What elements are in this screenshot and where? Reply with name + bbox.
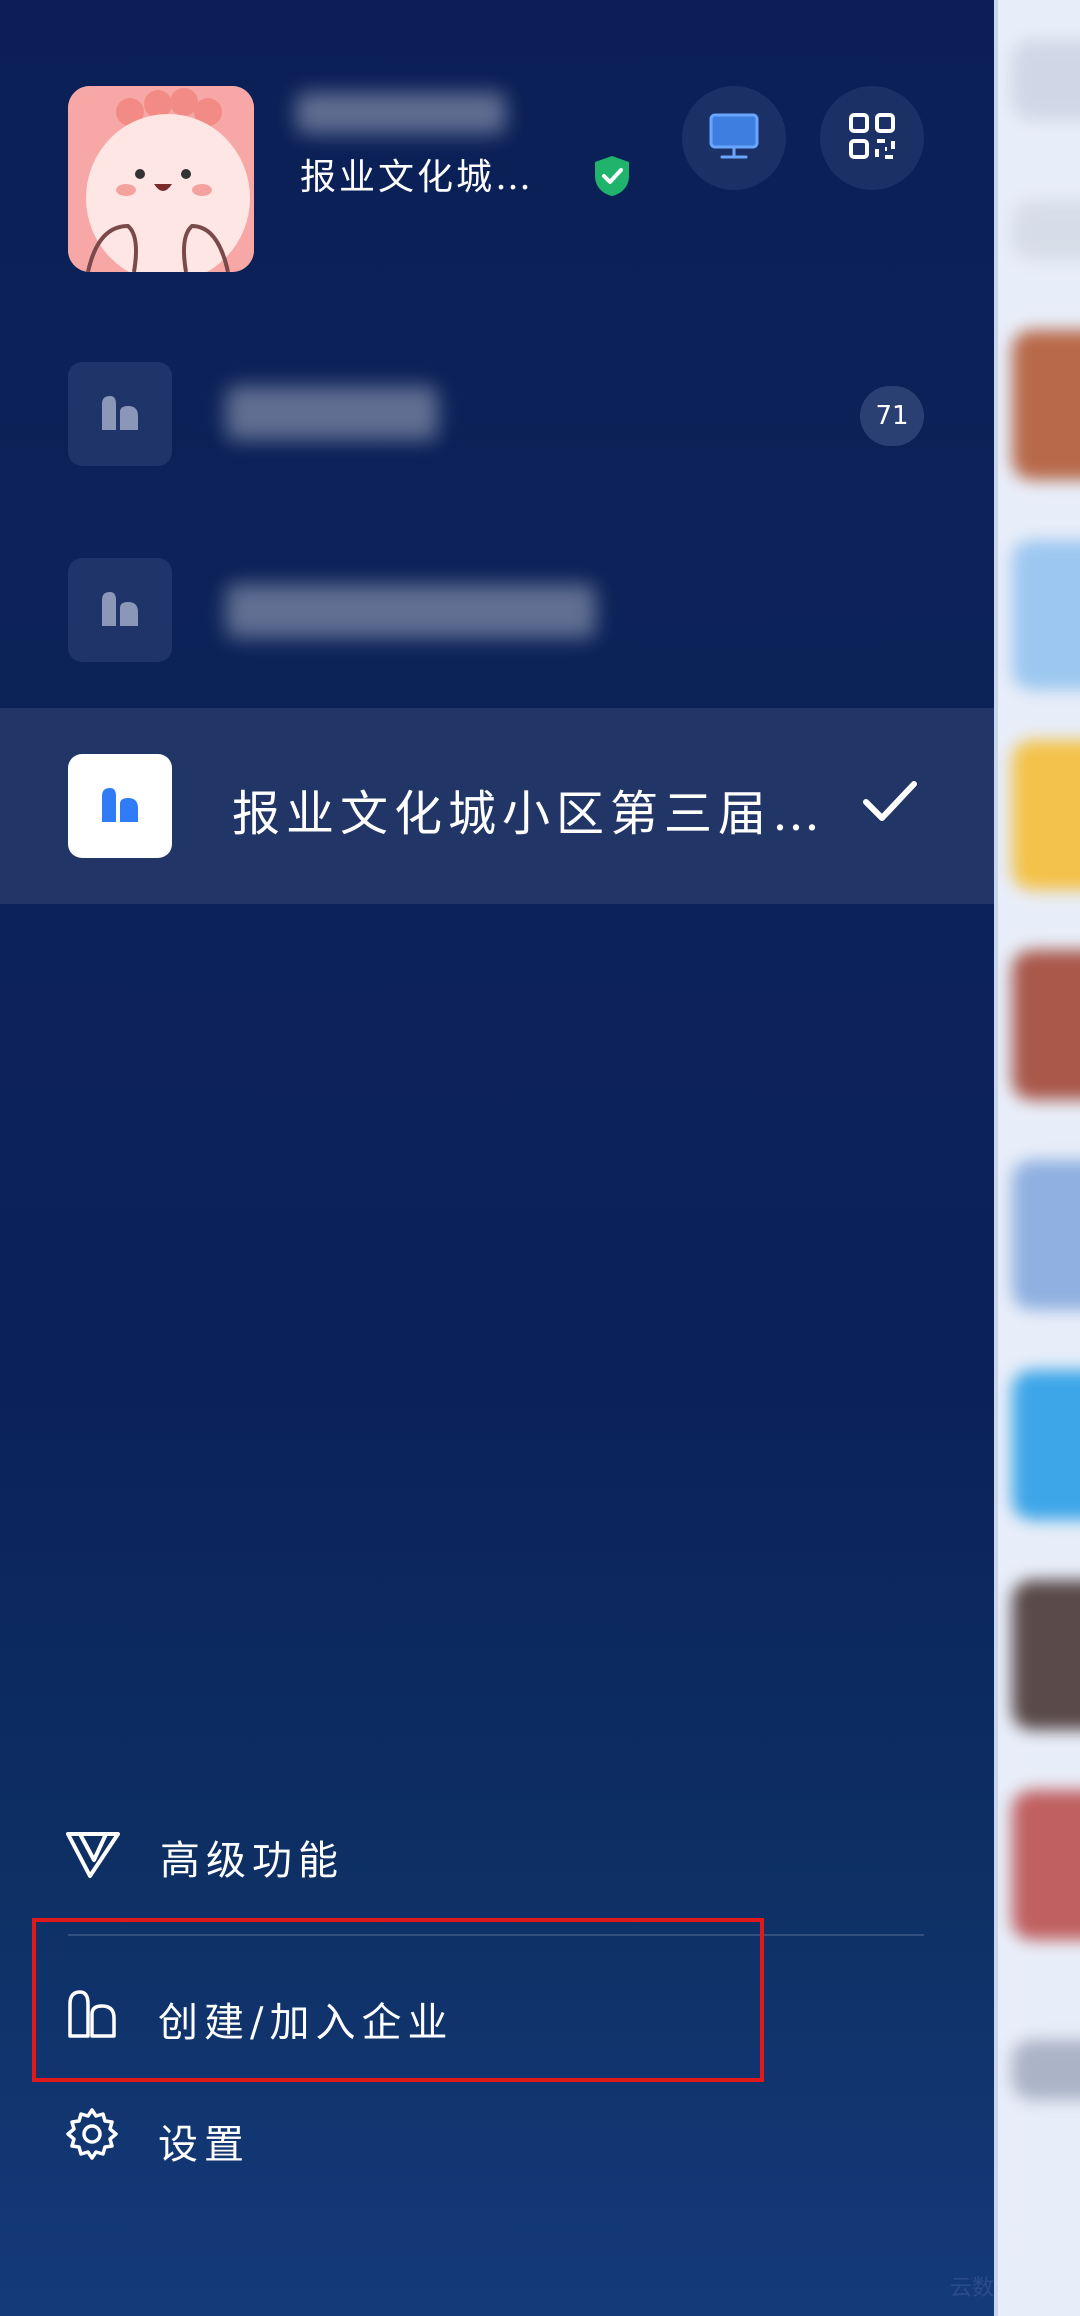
monitor-icon	[708, 112, 760, 164]
blurred-content	[1012, 950, 1080, 1100]
building-icon	[98, 586, 142, 634]
blurred-content	[1012, 540, 1080, 690]
blurred-content	[1012, 200, 1080, 260]
background-content-peek[interactable]	[994, 0, 1080, 2316]
blurred-content	[1012, 2040, 1080, 2100]
qr-code-button[interactable]	[820, 86, 924, 190]
org-list-item[interactable]	[0, 316, 994, 512]
org-icon	[68, 558, 172, 662]
blurred-content	[1012, 1370, 1080, 1520]
blurred-content	[1012, 330, 1080, 480]
org-icon	[68, 362, 172, 466]
qr-code-icon	[848, 112, 896, 164]
blurred-content	[1012, 1790, 1080, 1940]
blurred-content	[1012, 740, 1080, 890]
selected-org-name: 报业文化城小区第三届…	[232, 786, 827, 842]
side-drawer: 报业文化城… 71 报业文化城小区第三届… 高级功能 创建/加入企业 设置	[0, 0, 994, 2316]
blurred-content	[1012, 1580, 1080, 1730]
org-icon	[68, 754, 172, 858]
org-list-item[interactable]	[0, 512, 994, 708]
building-icon	[98, 390, 142, 438]
org-name-blurred	[226, 386, 438, 440]
v-logo-icon	[64, 1830, 122, 1884]
blurred-content	[1012, 40, 1080, 120]
unread-badge: 71	[860, 386, 924, 446]
current-org-name: 报业文化城…	[300, 157, 535, 198]
user-name-blurred	[296, 92, 506, 134]
advanced-features-label: 高级功能	[160, 1838, 344, 1884]
building-icon	[98, 782, 142, 830]
advanced-features-item[interactable]: 高级功能	[0, 1800, 994, 1910]
org-name-blurred	[226, 584, 596, 638]
highlight-box	[32, 1918, 764, 2082]
gear-icon	[64, 2106, 120, 2166]
settings-label: 设置	[158, 2122, 250, 2168]
shield-check-icon	[592, 154, 632, 202]
checkmark-icon	[862, 780, 918, 828]
watermark: 云数	[950, 2276, 995, 2301]
user-avatar[interactable]	[68, 86, 254, 272]
desktop-login-button[interactable]	[682, 86, 786, 190]
settings-item[interactable]: 设置	[0, 2080, 994, 2190]
blurred-content	[1012, 1160, 1080, 1310]
